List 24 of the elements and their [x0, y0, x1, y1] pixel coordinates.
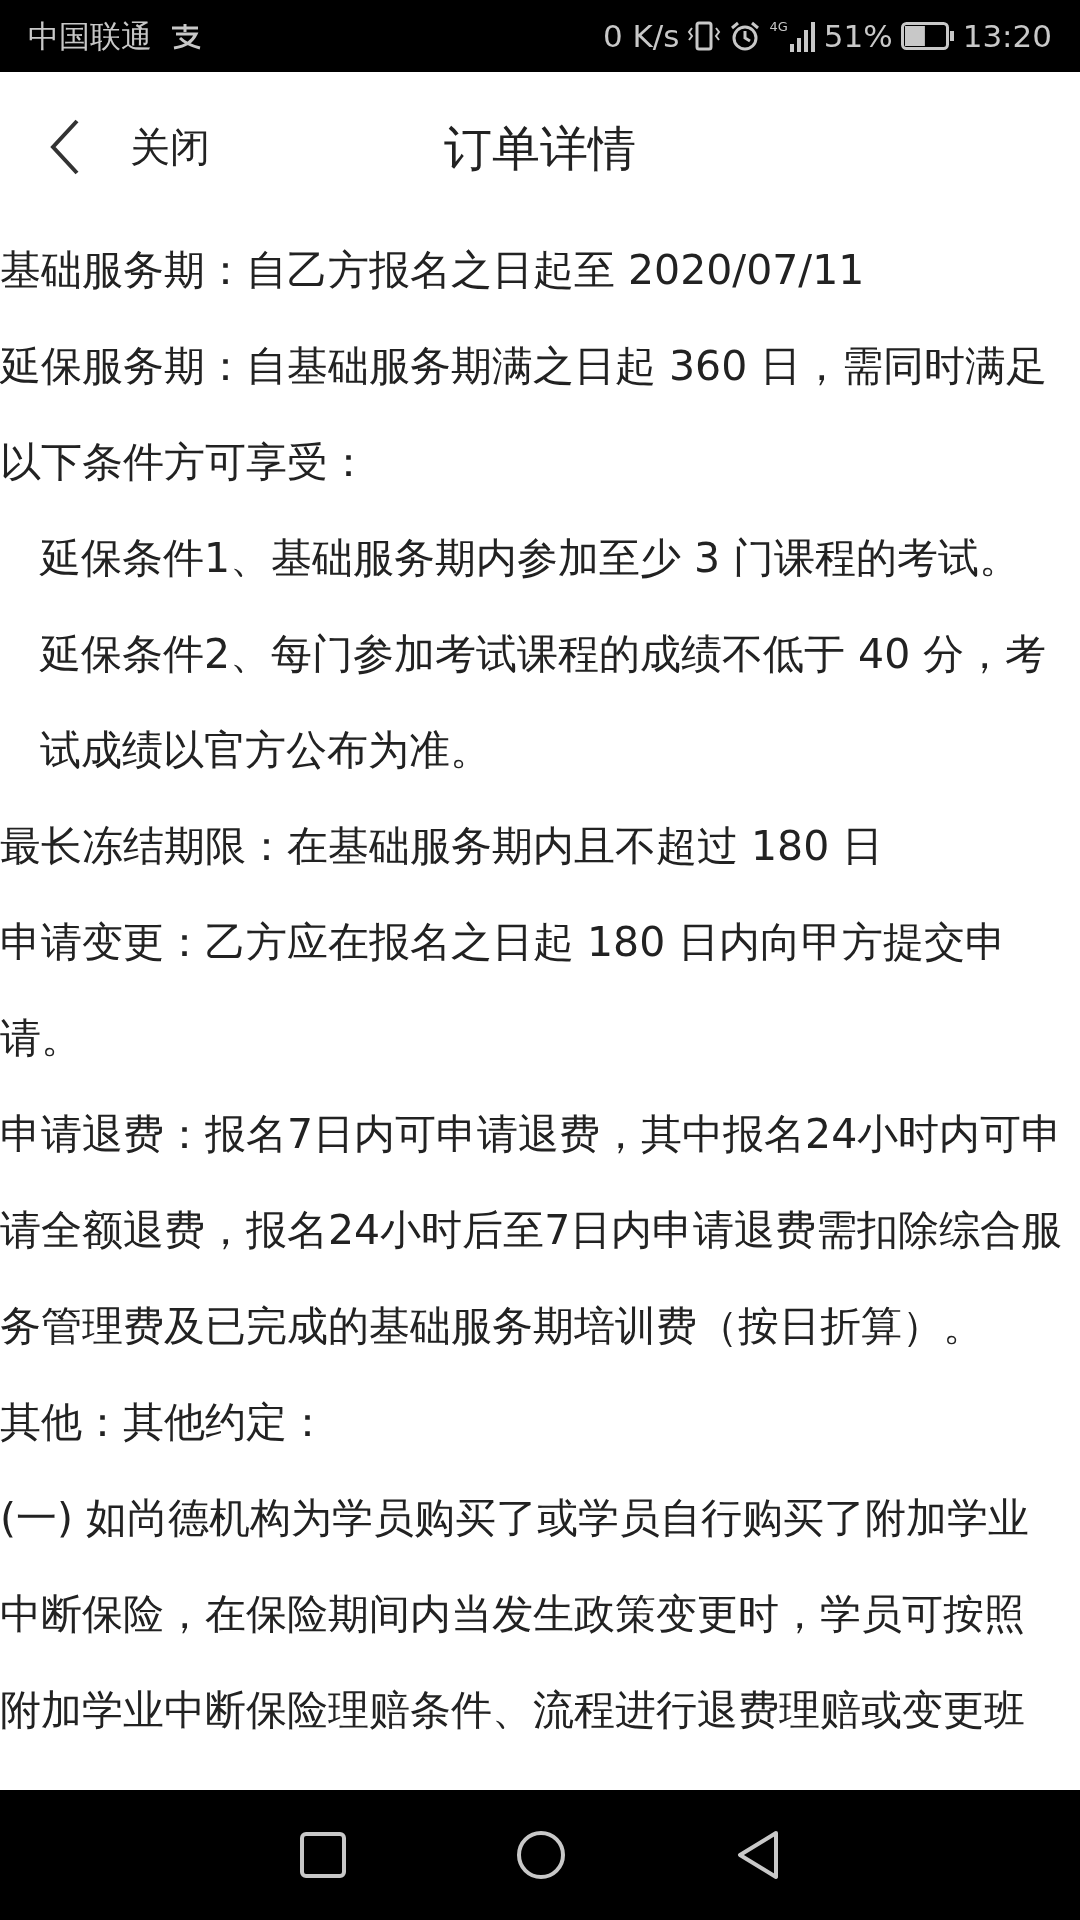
battery-percent: 51%: [823, 16, 893, 56]
vibrate-icon: [687, 20, 722, 52]
clock: 13:20: [962, 16, 1052, 56]
paragraph: 基础服务期：自乙方报名之日起至 2020/07/11: [0, 245, 866, 296]
alarm-icon: [729, 20, 762, 52]
paragraph: 申请退费：报名7日内可申请退费，其中报名24小时内可申 请全额退费，报名24小时后至7日内申请退费需扣除综合服 务管理费及已完成的基础服务期培训费（按日折算）。: [0, 1109, 1064, 1352]
battery-icon: [900, 22, 955, 50]
paragraph: 最长冻结期限：在基础服务期内且不超过 180 日: [0, 821, 885, 872]
recent-apps-icon[interactable]: [300, 1832, 346, 1878]
back-nav-icon[interactable]: [736, 1830, 780, 1880]
back-icon: [50, 119, 80, 175]
paragraph: 延保条件2、每门参加考试课程的成绩不低于 40 分，考 试成绩以官方公布为准。: [38, 629, 1048, 776]
carrier-name: 中国联通: [28, 16, 152, 56]
paragraph: 其他：其他约定：: [0, 1397, 329, 1448]
page-title: 订单详情: [444, 119, 636, 178]
signal-icon: [789, 20, 816, 52]
close-button[interactable]: 关闭: [0, 117, 210, 177]
paragraph: 延保服务期：自基础服务期满之日起 360 日，需同时满足 以下条件方可享受：: [0, 341, 1049, 488]
paragraph: (一) 如尚德机构为学员购买了或学员自行购买了附加学业 中断保险，在保险期间内当发生政策变更时，学员可按照 附加学业中断保险理赔条件、流程进行退费理赔或变更班: [0, 1493, 1031, 1736]
network-type: 4G: [769, 20, 788, 33]
network-speed: 0 K/s: [602, 16, 680, 56]
paragraph: 申请变更：乙方应在报名之日起 180 日内向甲方提交申 请。: [0, 917, 1008, 1064]
home-icon[interactable]: [516, 1830, 566, 1880]
paragraph: 延保条件1、基础服务期内参加至少 3 门课程的考试。: [38, 533, 1022, 584]
